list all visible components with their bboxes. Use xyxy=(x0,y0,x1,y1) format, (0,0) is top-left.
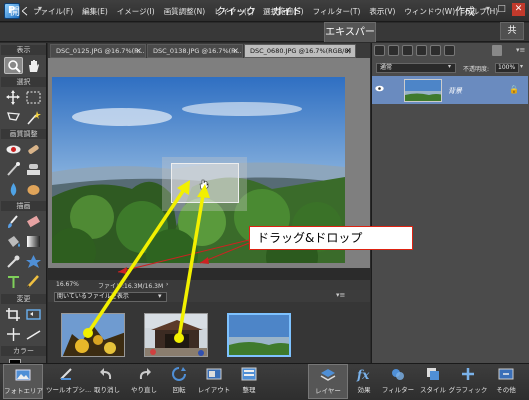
undo-button[interactable]: 取り消し xyxy=(87,364,127,399)
button-label: ツールオプシ... xyxy=(46,386,92,394)
button-label: 回転 xyxy=(172,386,186,394)
layers-icon xyxy=(320,369,336,381)
rotate-icon xyxy=(172,367,186,381)
fx-icon: fx xyxy=(356,368,370,382)
yellow-arrow-start-2 xyxy=(174,333,184,343)
button-label: レイアウト xyxy=(197,386,231,394)
button-label: スタイル xyxy=(420,386,446,394)
button-label: 取り消し xyxy=(94,386,120,394)
styles-icon xyxy=(427,368,439,380)
tool-options-icon xyxy=(60,368,72,380)
yellow-drag-arrow-2 xyxy=(177,194,205,339)
photo-bin-button[interactable]: フォトエリア xyxy=(3,364,43,399)
red-arrowhead-2 xyxy=(200,257,209,264)
yellow-drag-arrow-1 xyxy=(86,187,187,334)
yellow-arrow-start-1 xyxy=(83,328,93,338)
button-label: グラフィック xyxy=(448,386,488,394)
button-label: フィルター xyxy=(381,386,415,394)
more-button[interactable]: その他 xyxy=(486,364,526,399)
organize-icon xyxy=(241,367,257,381)
undo-icon xyxy=(100,368,112,379)
organize-button[interactable]: 整理 xyxy=(229,364,269,399)
tool-options-button[interactable]: ツールオプシ... xyxy=(46,364,92,399)
plus-icon xyxy=(462,368,474,380)
layout-button[interactable]: レイアウト xyxy=(194,364,234,399)
styles-button[interactable]: スタイル xyxy=(413,364,453,399)
photo-bin-icon xyxy=(15,369,31,381)
button-label: 整理 xyxy=(242,386,256,394)
button-label: その他 xyxy=(496,386,516,394)
button-label: レイヤー xyxy=(315,387,341,395)
yellow-arrowhead-2 xyxy=(197,184,210,198)
more-icon xyxy=(498,368,514,380)
red-arrowhead xyxy=(118,267,127,274)
redo-icon xyxy=(139,368,151,379)
layers-panel-button[interactable]: レイヤー xyxy=(308,364,348,399)
layout-icon xyxy=(206,368,222,380)
button-label: やり直し xyxy=(131,386,157,394)
graphics-button[interactable]: グラフィック xyxy=(448,364,488,399)
redo-button[interactable]: やり直し xyxy=(124,364,164,399)
rotate-button[interactable]: 回転 xyxy=(159,364,199,399)
filters-icon xyxy=(392,369,404,380)
filters-button[interactable]: フィルター xyxy=(378,364,418,399)
button-label: フォトエリア xyxy=(4,387,43,395)
svg-text:fx: fx xyxy=(356,368,370,382)
annotation-arrows xyxy=(83,180,250,343)
